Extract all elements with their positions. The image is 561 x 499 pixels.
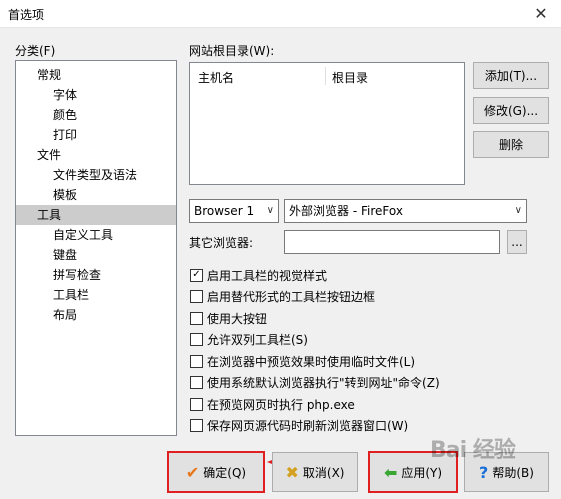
tree-item[interactable]: 拼写检查	[16, 265, 176, 285]
checkbox[interactable]	[190, 333, 203, 346]
tree-item[interactable]: 布局	[16, 305, 176, 325]
watermark: Bai 经验	[430, 438, 516, 463]
site-root-label: 网站根目录(W):	[189, 44, 275, 58]
tree-item[interactable]: 文件类型及语法	[16, 165, 176, 185]
option-label: 保存网页源代码时刷新浏览器窗口(W)	[207, 419, 409, 433]
help-button-label: 帮助(B)	[492, 465, 534, 480]
option-row[interactable]: 保存网页源代码时刷新浏览器窗口(W)	[190, 418, 408, 434]
checkbox[interactable]: ✓	[190, 268, 203, 282]
tree-item[interactable]: 自定义工具	[16, 225, 176, 245]
checkbox[interactable]	[190, 397, 203, 411]
browser-program-value: 外部浏览器 - FireFox	[289, 204, 403, 218]
tree-item[interactable]: 键盘	[16, 245, 176, 265]
option-row[interactable]: ✓ 启用工具栏的视觉样式	[190, 267, 327, 283]
option-row[interactable]: 在预览网页时执行 php.exe	[190, 396, 355, 412]
option-label: 启用替代形式的工具栏按钮边框	[207, 290, 376, 304]
close-icon: ✕	[534, 4, 548, 23]
close-button[interactable]: ✕	[521, 0, 561, 27]
tree-item[interactable]: 字体	[16, 85, 176, 105]
option-row[interactable]: 启用替代形式的工具栏按钮边框	[190, 289, 375, 305]
option-row[interactable]: 允许双列工具栏(S)	[190, 332, 308, 348]
other-browser-label: 其它浏览器:	[189, 236, 254, 250]
category-label: 分类(F)	[15, 44, 56, 58]
option-row[interactable]: 使用大按钮	[190, 310, 267, 326]
browser-select-value: Browser 1	[194, 204, 255, 218]
checkbox[interactable]	[190, 376, 203, 389]
option-row[interactable]: 在浏览器中预览效果时使用临时文件(L)	[190, 353, 415, 369]
chevron-down-icon: ∨	[266, 205, 274, 216]
tree-item[interactable]: 工具栏	[16, 285, 176, 305]
cancel-x-icon: ✖	[285, 462, 299, 482]
edit-button[interactable]: 修改(G)...	[473, 97, 549, 124]
browse-button[interactable]: ...	[507, 230, 527, 254]
ok-highlight-frame	[167, 451, 265, 493]
tree-item[interactable]: 常规	[16, 65, 176, 85]
option-label: 在预览网页时执行 php.exe	[207, 397, 355, 412]
column-header-root[interactable]: 根目录	[332, 69, 368, 86]
other-browser-input[interactable]	[284, 230, 500, 254]
tree-item[interactable]: 模板	[16, 185, 176, 205]
help-icon: ?	[479, 462, 489, 482]
browser-select[interactable]: Browser 1 ∨	[189, 199, 279, 223]
checkbox[interactable]	[190, 419, 203, 432]
category-tree[interactable]: 常规 字体 颜色 打印 文件 文件类型及语法 模板 工具 自定义工具 键盘 拼写检查 工具栏 布局	[15, 60, 177, 436]
delete-button[interactable]: 删除	[473, 131, 549, 158]
column-header-host[interactable]: 主机名	[198, 69, 234, 86]
checkbox[interactable]	[190, 290, 203, 303]
option-label: 在浏览器中预览效果时使用临时文件(L)	[207, 354, 416, 369]
option-label: 使用大按钮	[207, 311, 268, 326]
option-label: 允许双列工具栏(S)	[207, 333, 308, 347]
option-row[interactable]: 使用系统默认浏览器执行"转到网址"命令(Z)	[190, 375, 440, 391]
tree-item[interactable]: 打印	[16, 125, 176, 145]
cancel-button-label: 取消(X)	[302, 465, 345, 480]
browser-program-select[interactable]: 外部浏览器 - FireFox ∨	[284, 199, 527, 223]
column-separator[interactable]	[325, 67, 326, 85]
title-bar: 首选项 ✕	[0, 0, 561, 28]
option-label: 启用工具栏的视觉样式	[207, 268, 328, 283]
window-title: 首选项	[8, 8, 45, 22]
cancel-button[interactable]: ✖ 取消(X)	[272, 452, 358, 492]
checkbox[interactable]	[190, 311, 203, 325]
option-label: 使用系统默认浏览器执行"转到网址"命令(Z)	[207, 376, 440, 390]
checkbox[interactable]	[190, 354, 203, 368]
tree-item[interactable]: 颜色	[16, 105, 176, 125]
tree-item[interactable]: 工具	[16, 205, 176, 225]
site-root-list[interactable]: 主机名 根目录	[189, 62, 465, 185]
add-button[interactable]: 添加(T)...	[473, 62, 549, 89]
tree-item[interactable]: 文件	[16, 145, 176, 165]
chevron-down-icon: ∨	[514, 205, 522, 216]
